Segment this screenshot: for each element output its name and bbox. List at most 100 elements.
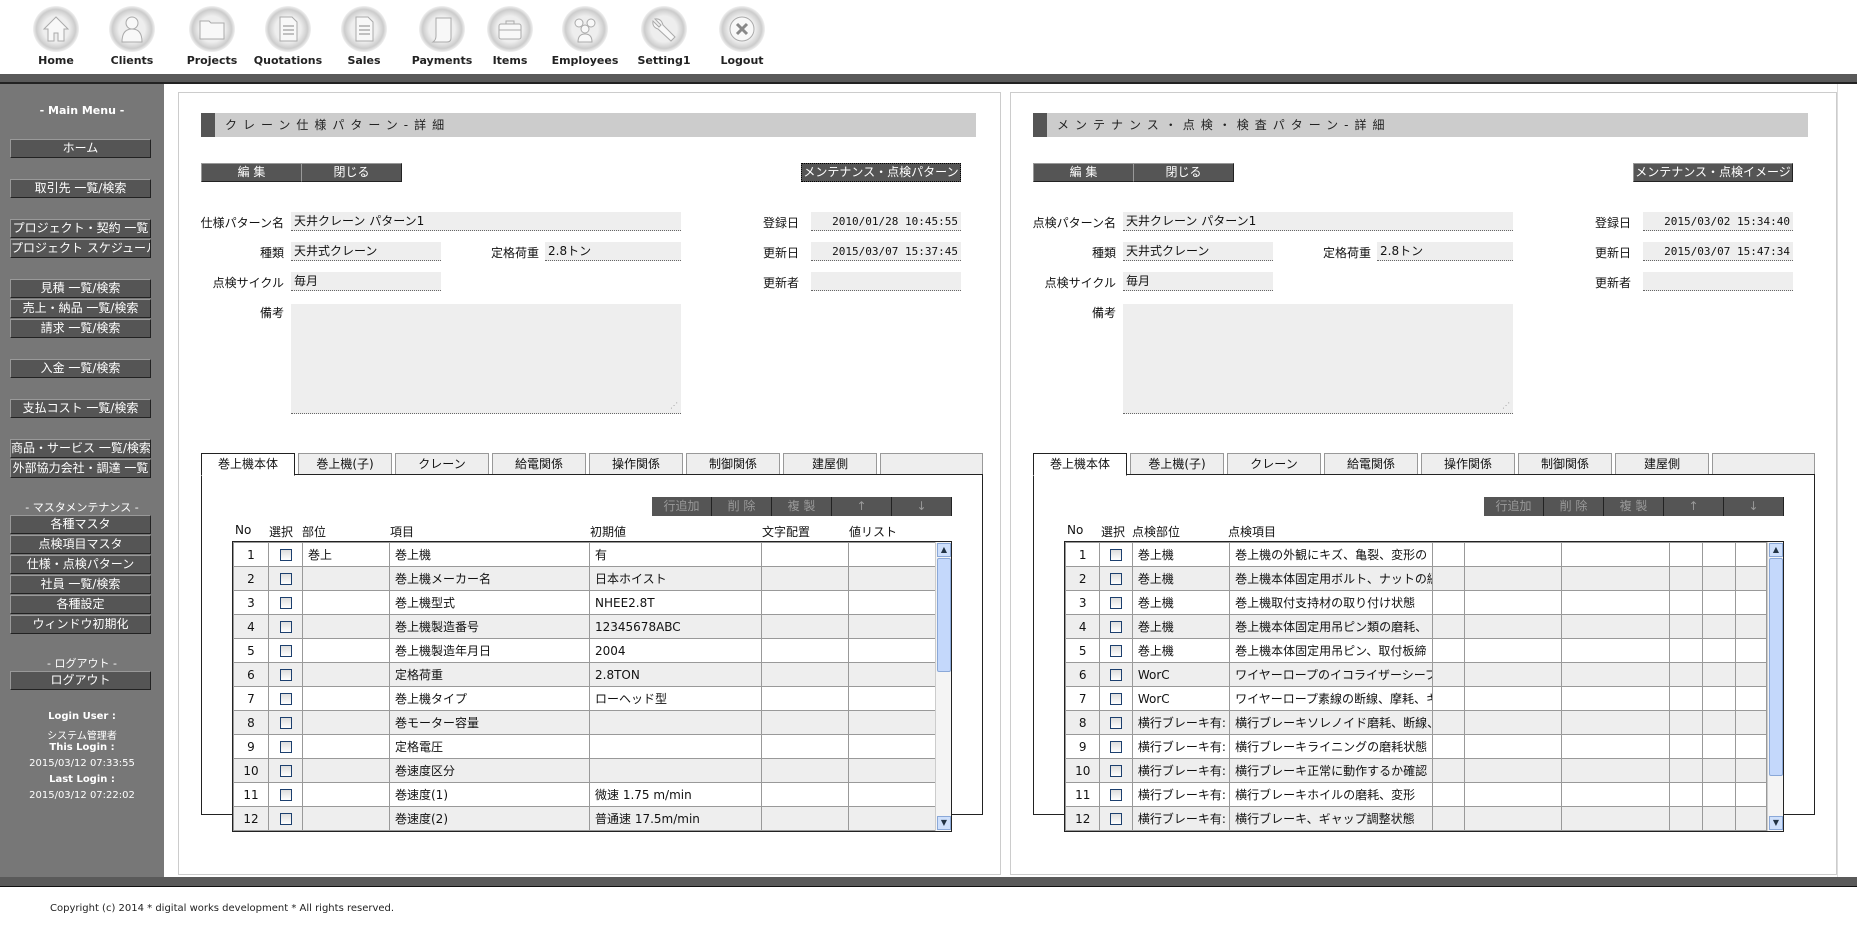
- inspection-cycle-field[interactable]: 毎月: [1123, 272, 1273, 291]
- cell-empty[interactable]: [1464, 734, 1563, 759]
- cell-empty[interactable]: [1702, 758, 1736, 783]
- cell-empty[interactable]: [1464, 806, 1563, 831]
- cell-part[interactable]: [302, 710, 390, 735]
- cell-empty[interactable]: [1431, 542, 1466, 567]
- tab-operation[interactable]: 操作関係: [1421, 453, 1515, 475]
- cell-empty[interactable]: [1734, 542, 1768, 567]
- cell-part[interactable]: [302, 686, 390, 711]
- cell-empty[interactable]: [1734, 710, 1768, 735]
- cell-init[interactable]: 有: [589, 542, 762, 567]
- cell-empty[interactable]: [1431, 566, 1466, 591]
- cell-item[interactable]: 巻速度(1): [389, 782, 590, 807]
- cell-empty[interactable]: [1464, 758, 1563, 783]
- cell-item[interactable]: 定格電圧: [389, 734, 590, 759]
- cell-empty[interactable]: [1702, 542, 1736, 567]
- nav-logout[interactable]: Logout: [702, 6, 782, 67]
- cell-empty[interactable]: [1431, 686, 1466, 711]
- cell-empty[interactable]: [1702, 782, 1736, 807]
- cell-empty[interactable]: [1734, 758, 1768, 783]
- cell-init[interactable]: ローヘッド型: [589, 686, 762, 711]
- cell-empty[interactable]: [761, 806, 849, 831]
- cell-part[interactable]: [302, 806, 390, 831]
- cell-empty[interactable]: [761, 734, 849, 759]
- cell-item[interactable]: ワイヤーロープ素線の断線、摩耗、キ: [1229, 686, 1433, 711]
- cell-item[interactable]: 巻上機: [389, 542, 590, 567]
- row-checkbox[interactable]: [1110, 765, 1123, 777]
- cell-empty[interactable]: [1561, 806, 1670, 831]
- cell-empty[interactable]: [1702, 734, 1736, 759]
- cell-part[interactable]: WorC: [1131, 662, 1231, 687]
- cell-part[interactable]: 巻上機: [1131, 590, 1231, 615]
- sidebar-item-receipts[interactable]: 入金 一覧/検索: [10, 359, 151, 378]
- tab-control[interactable]: 制御関係: [686, 453, 780, 475]
- remarks-textarea[interactable]: ⋰: [291, 304, 681, 414]
- cell-item[interactable]: 横行ブレーキソレノイド磨耗、断線、排: [1229, 710, 1433, 735]
- cell-part[interactable]: 巻上機: [1131, 566, 1231, 591]
- cell-init[interactable]: 微速 1.75 m/min: [589, 782, 762, 807]
- row-checkbox[interactable]: [1110, 789, 1123, 801]
- close-button[interactable]: 閉じる: [301, 163, 402, 182]
- cell-empty[interactable]: [1668, 686, 1704, 711]
- sidebar-item-inspection-master[interactable]: 点検項目マスタ: [10, 535, 151, 554]
- cell-item[interactable]: 巻速度区分: [389, 758, 590, 783]
- cell-part[interactable]: 巻上機: [1131, 614, 1231, 639]
- row-checkbox[interactable]: [279, 597, 292, 609]
- cell-part[interactable]: 巻上機: [1131, 638, 1231, 663]
- cell-item[interactable]: 巻モーター容量: [389, 710, 590, 735]
- cell-empty[interactable]: [1734, 686, 1768, 711]
- tab-hoist-body[interactable]: 巻上機本体: [201, 453, 295, 476]
- cell-empty[interactable]: [1431, 782, 1466, 807]
- cell-part[interactable]: 巻上機: [1131, 542, 1231, 567]
- cell-empty[interactable]: [1561, 734, 1670, 759]
- cell-empty[interactable]: [761, 758, 849, 783]
- type-field[interactable]: 天井式クレーン: [1123, 242, 1273, 261]
- cell-init[interactable]: NHEE2.8T: [589, 590, 762, 615]
- cell-item[interactable]: 横行ブレーキホイルの磨耗、変形: [1229, 782, 1433, 807]
- cell-empty[interactable]: [1702, 662, 1736, 687]
- row-checkbox[interactable]: [1110, 573, 1123, 585]
- pattern-name-field[interactable]: 天井クレーン パターン1: [291, 212, 681, 231]
- sidebar-item-sales[interactable]: 売上・納品 一覧/検索: [10, 299, 151, 318]
- row-checkbox[interactable]: [1110, 669, 1123, 681]
- cell-empty[interactable]: [1702, 566, 1736, 591]
- copy-row-button[interactable]: 複 製: [772, 497, 832, 516]
- cell-empty[interactable]: [761, 710, 849, 735]
- row-checkbox[interactable]: [279, 573, 292, 585]
- row-checkbox[interactable]: [279, 789, 292, 801]
- cell-empty[interactable]: [1464, 638, 1563, 663]
- cell-part[interactable]: [302, 590, 390, 615]
- cell-empty[interactable]: [1464, 782, 1563, 807]
- cell-empty[interactable]: [1702, 614, 1736, 639]
- cell-empty[interactable]: [1561, 566, 1670, 591]
- nav-setting1[interactable]: Setting1: [624, 6, 704, 67]
- cell-part[interactable]: [302, 662, 390, 687]
- cell-empty[interactable]: [1561, 782, 1670, 807]
- cell-empty[interactable]: [1702, 710, 1736, 735]
- cell-empty[interactable]: [761, 638, 849, 663]
- row-checkbox[interactable]: [1110, 645, 1123, 657]
- cell-part[interactable]: 横行ブレーキ有:: [1131, 734, 1231, 759]
- cell-empty[interactable]: [848, 710, 936, 735]
- row-checkbox[interactable]: [279, 765, 292, 777]
- cell-empty[interactable]: [1431, 758, 1466, 783]
- sidebar-item-window-reset[interactable]: ウィンドウ初期化: [10, 615, 151, 634]
- copy-row-button[interactable]: 複 製: [1604, 497, 1664, 516]
- type-field[interactable]: 天井式クレーン: [291, 242, 441, 261]
- tab-hoist-child[interactable]: 巻上機(子): [1130, 453, 1224, 475]
- sidebar-item-products[interactable]: 商品・サービス 一覧/検索: [10, 439, 151, 458]
- cell-empty[interactable]: [761, 614, 849, 639]
- add-row-button[interactable]: 行追加: [1484, 497, 1544, 516]
- tab-empty[interactable]: [880, 453, 983, 475]
- cell-empty[interactable]: [1734, 806, 1768, 831]
- cell-empty[interactable]: [1668, 590, 1704, 615]
- cell-empty[interactable]: [1561, 638, 1670, 663]
- cell-empty[interactable]: [848, 614, 936, 639]
- move-down-button[interactable]: ↓: [892, 497, 952, 516]
- cell-empty[interactable]: [1431, 710, 1466, 735]
- cell-init[interactable]: 2004: [589, 638, 762, 663]
- nav-employees[interactable]: Employees: [545, 6, 625, 67]
- cell-item[interactable]: 巻速度(2): [389, 806, 590, 831]
- sidebar-item-home[interactable]: ホーム: [10, 139, 151, 158]
- cell-item[interactable]: 横行ブレーキ正常に動作するか確認: [1229, 758, 1433, 783]
- cell-empty[interactable]: [1561, 686, 1670, 711]
